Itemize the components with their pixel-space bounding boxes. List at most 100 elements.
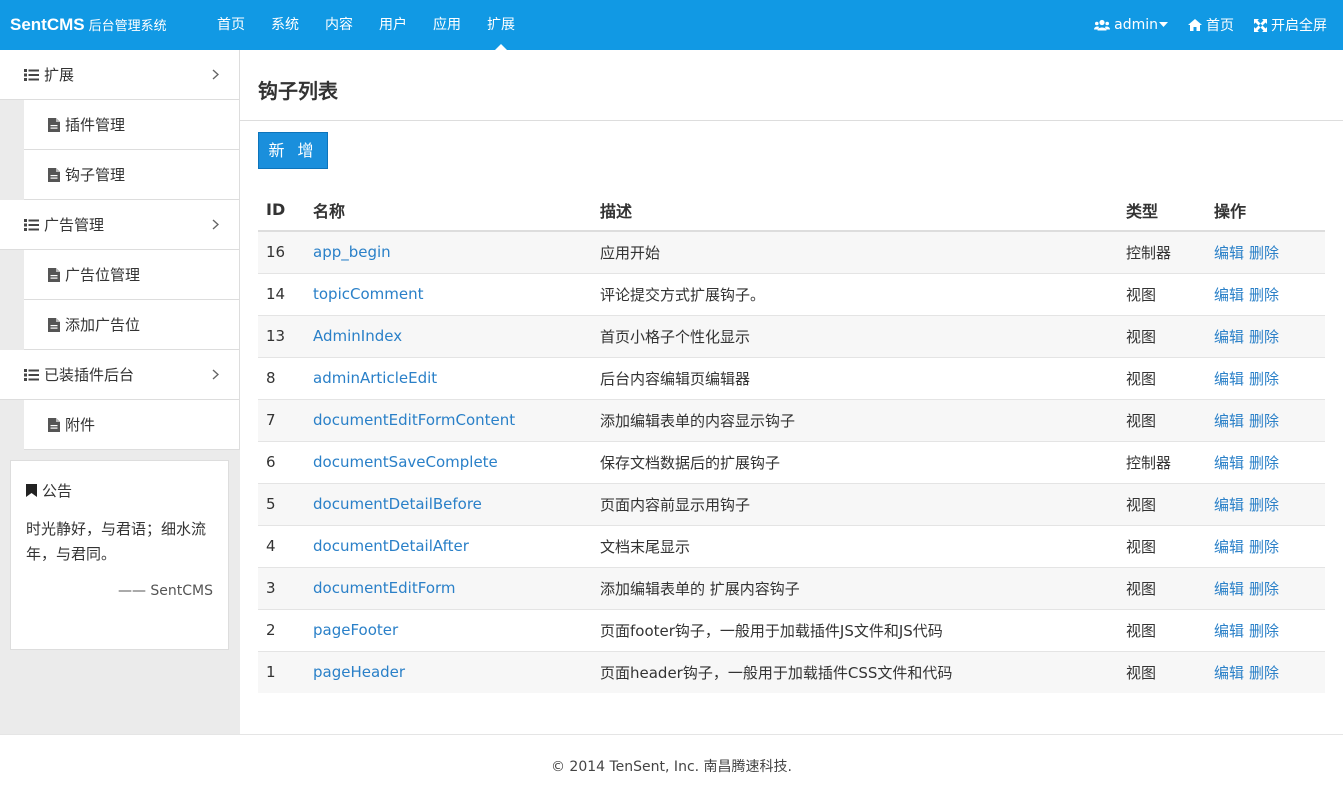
sidebar-item-ad-position-manage[interactable]: 广告位管理: [24, 250, 240, 300]
nav-item-app[interactable]: 应用: [420, 0, 474, 50]
nav-item-extension[interactable]: 扩展: [474, 0, 528, 50]
delete-link[interactable]: 删除: [1249, 538, 1279, 556]
cell-desc: 首页小格子个性化显示: [592, 314, 1118, 357]
delete-link[interactable]: 删除: [1249, 622, 1279, 640]
cell-name: adminArticleEdit: [305, 356, 592, 399]
edit-link[interactable]: 编辑: [1214, 454, 1244, 472]
hook-name-link[interactable]: AdminIndex: [313, 327, 402, 345]
hook-name-link[interactable]: pageHeader: [313, 663, 405, 681]
edit-link[interactable]: 编辑: [1214, 496, 1244, 514]
sidebar-group-extension[interactable]: 扩展: [0, 50, 240, 100]
cell-id: 16: [258, 230, 305, 273]
delete-link[interactable]: 删除: [1249, 664, 1279, 682]
edit-link[interactable]: 编辑: [1214, 412, 1244, 430]
cell-name: pageFooter: [305, 608, 592, 651]
cell-name: documentDetailBefore: [305, 482, 592, 525]
hook-name-link[interactable]: documentEditForm: [313, 579, 456, 597]
user-menu[interactable]: admin: [1084, 0, 1178, 50]
edit-link[interactable]: 编辑: [1214, 286, 1244, 304]
delete-link[interactable]: 删除: [1249, 370, 1279, 388]
edit-link[interactable]: 编辑: [1214, 580, 1244, 598]
delete-link[interactable]: 删除: [1249, 580, 1279, 598]
cell-name: documentEditForm: [305, 566, 592, 609]
cell-desc: 页面内容前显示用钩子: [592, 482, 1118, 525]
column-header-actions: 操作: [1206, 189, 1325, 232]
cell-desc: 文档末尾显示: [592, 524, 1118, 567]
file-icon: [48, 317, 60, 332]
sidebar-item-attachment[interactable]: 附件: [24, 400, 240, 450]
column-header-type: 类型: [1118, 189, 1206, 232]
footer: © 2014 TenSent, Inc. 南昌腾速科技.: [0, 734, 1343, 798]
sidebar-group-ad-manage[interactable]: 广告管理: [0, 200, 240, 250]
hook-name-link[interactable]: adminArticleEdit: [313, 369, 437, 387]
table-row: 13 AdminIndex 首页小格子个性化显示 视图 编辑 删除: [258, 314, 1325, 357]
edit-link[interactable]: 编辑: [1214, 370, 1244, 388]
sidebar-group-label: 广告管理: [44, 216, 105, 234]
edit-link[interactable]: 编辑: [1214, 538, 1244, 556]
file-icon: [48, 117, 60, 132]
home-link[interactable]: 首页: [1178, 0, 1244, 50]
edit-link[interactable]: 编辑: [1214, 328, 1244, 346]
nav-item-user[interactable]: 用户: [366, 0, 420, 50]
delete-link[interactable]: 删除: [1249, 286, 1279, 304]
nav-item-system[interactable]: 系统: [258, 0, 312, 50]
home-link-label: 首页: [1206, 18, 1234, 34]
top-navbar: SentCMS 后台管理系统 首页 系统 内容 用户 应用 扩展 admin 首页…: [0, 0, 1343, 50]
users-icon: [1094, 19, 1111, 30]
footer-copyright: © 2014 TenSent, Inc. 南昌腾速科技.: [550, 759, 792, 775]
cell-name: documentDetailAfter: [305, 524, 592, 567]
cell-type: 视图: [1118, 608, 1206, 651]
table-row: 8 adminArticleEdit 后台内容编辑页编辑器 视图 编辑 删除: [258, 356, 1325, 399]
cell-type: 视图: [1118, 272, 1206, 315]
file-icon: [48, 417, 60, 432]
nav-item-home[interactable]: 首页: [204, 0, 258, 50]
cell-type: 视图: [1118, 482, 1206, 525]
sidebar-group-installed-plugins[interactable]: 已装插件后台: [0, 350, 240, 400]
cell-type: 视图: [1118, 566, 1206, 609]
delete-link[interactable]: 删除: [1249, 244, 1279, 262]
sidebar-item-plugin-manage[interactable]: 插件管理: [24, 100, 240, 150]
hook-name-link[interactable]: documentDetailBefore: [313, 495, 482, 513]
cell-actions: 编辑 删除: [1206, 314, 1325, 357]
sidebar-item-label: 插件管理: [65, 116, 126, 134]
bookmark-icon: [26, 484, 37, 497]
cell-name: pageHeader: [305, 650, 592, 693]
sidebar-item-hook-manage[interactable]: 钩子管理: [24, 150, 240, 200]
cell-id: 5: [258, 482, 305, 525]
cell-type: 视图: [1118, 314, 1206, 357]
hook-name-link[interactable]: topicComment: [313, 285, 424, 303]
cell-actions: 编辑 删除: [1206, 566, 1325, 609]
edit-link[interactable]: 编辑: [1214, 664, 1244, 682]
add-button[interactable]: 新 增: [258, 132, 328, 169]
brand-subtitle: 后台管理系统: [88, 18, 167, 33]
cell-name: AdminIndex: [305, 314, 592, 357]
fullscreen-button[interactable]: 开启全屏: [1244, 0, 1343, 50]
hook-name-link[interactable]: app_begin: [313, 243, 391, 261]
delete-link[interactable]: 删除: [1249, 328, 1279, 346]
delete-link[interactable]: 删除: [1249, 412, 1279, 430]
fullscreen-label: 开启全屏: [1271, 18, 1327, 34]
cell-id: 4: [258, 524, 305, 567]
hook-name-link[interactable]: documentEditFormContent: [313, 411, 515, 429]
edit-link[interactable]: 编辑: [1214, 244, 1244, 262]
hook-name-link[interactable]: documentDetailAfter: [313, 537, 469, 555]
column-header-desc: 描述: [592, 189, 1118, 232]
cell-type: 控制器: [1118, 230, 1206, 273]
sidebar-item-add-ad-position[interactable]: 添加广告位: [24, 300, 240, 350]
cell-type: 控制器: [1118, 440, 1206, 483]
edit-link[interactable]: 编辑: [1214, 622, 1244, 640]
cell-actions: 编辑 删除: [1206, 356, 1325, 399]
nav-item-content[interactable]: 内容: [312, 0, 366, 50]
home-icon: [1188, 19, 1202, 31]
hook-name-link[interactable]: documentSaveComplete: [313, 453, 498, 471]
cell-actions: 编辑 删除: [1206, 524, 1325, 567]
cell-actions: 编辑 删除: [1206, 650, 1325, 693]
cell-desc: 应用开始: [592, 230, 1118, 273]
cell-name: documentEditFormContent: [305, 398, 592, 441]
cell-desc: 页面header钩子，一般用于加载插件CSS文件和代码: [592, 650, 1118, 693]
hook-name-link[interactable]: pageFooter: [313, 621, 398, 639]
delete-link[interactable]: 删除: [1249, 496, 1279, 514]
brand-name: SentCMS: [10, 15, 85, 34]
delete-link[interactable]: 删除: [1249, 454, 1279, 472]
brand-logo[interactable]: SentCMS 后台管理系统: [10, 0, 167, 50]
